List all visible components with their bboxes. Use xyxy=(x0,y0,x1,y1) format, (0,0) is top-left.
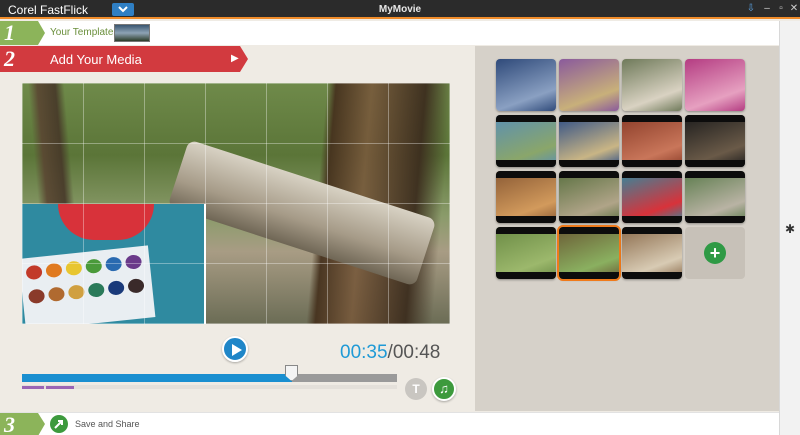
video-preview[interactable] xyxy=(22,83,450,324)
media-thumbnail-watercolor-paints[interactable] xyxy=(622,171,682,223)
template-label: Your Template: xyxy=(50,27,117,38)
total-time: 00:48 xyxy=(392,342,441,363)
media-library-panel: + xyxy=(475,46,779,411)
media-thumbnail-harbor[interactable] xyxy=(496,115,556,167)
clip-segment[interactable] xyxy=(46,386,74,389)
media-thumbnail-marathon-crowd-2[interactable] xyxy=(559,59,619,111)
media-thumbnail-street-dark[interactable] xyxy=(685,115,745,167)
step-3-footer: 3 Save and Share xyxy=(0,412,779,435)
chevron-right-icon: ▶ xyxy=(231,53,239,64)
add-media-button[interactable]: + xyxy=(685,227,745,279)
media-thumbnail-brick-building[interactable] xyxy=(622,115,682,167)
step-1-arrow xyxy=(38,21,45,45)
step-2-arrow xyxy=(240,46,248,72)
step-3-number: 3 xyxy=(0,413,38,435)
media-thumbnail-deck-boards[interactable] xyxy=(496,171,556,223)
title-bar: Corel FastFlick MyMovie ⇩ – ▫ ✕ xyxy=(0,0,800,19)
download-icon[interactable]: ⇩ xyxy=(745,2,757,16)
clip-timeline xyxy=(22,385,397,389)
template-thumbnail[interactable] xyxy=(114,24,150,42)
step-1-template-row: 1 Your Template: xyxy=(0,21,779,45)
time-display: 00:35/00:48 xyxy=(340,342,440,364)
clip-segment[interactable] xyxy=(22,386,44,389)
preview-grid-overlay xyxy=(22,83,450,324)
share-icon[interactable] xyxy=(50,415,68,433)
play-icon xyxy=(232,344,242,356)
media-thumbnail-runner[interactable] xyxy=(622,59,682,111)
save-and-share-button[interactable]: Save and Share xyxy=(75,419,140,429)
minimize-button[interactable]: – xyxy=(761,2,773,16)
play-button[interactable] xyxy=(222,336,248,362)
gear-icon[interactable]: ✱ xyxy=(785,222,795,236)
media-thumbnail-spectators-pink[interactable] xyxy=(685,59,745,111)
step-3-arrow xyxy=(38,413,45,435)
media-thumbnail-backyard[interactable] xyxy=(685,171,745,223)
media-thumbnail-kitchen[interactable] xyxy=(622,227,682,279)
step-2-number: 2 xyxy=(0,46,38,72)
music-button[interactable]: ♫ xyxy=(432,377,456,401)
plus-icon: + xyxy=(704,242,726,264)
close-button[interactable]: ✕ xyxy=(788,2,800,16)
step-2-header[interactable]: 2 Add Your Media ▶ xyxy=(0,46,248,72)
maximize-button[interactable]: ▫ xyxy=(775,2,787,16)
step-2-title: Add Your Media xyxy=(50,52,142,67)
step-1-number: 1 xyxy=(0,21,38,45)
media-thumbnail-garden[interactable] xyxy=(496,227,556,279)
title-button[interactable]: T xyxy=(405,378,427,400)
current-time: 00:35 xyxy=(340,342,388,363)
media-thumbnail-fallen-tree[interactable] xyxy=(559,171,619,223)
window-title: MyMovie xyxy=(378,4,422,15)
media-thumbnail-skyscraper[interactable] xyxy=(559,115,619,167)
media-thumbnail-vegetable-bed[interactable] xyxy=(557,225,621,281)
media-thumbnail-marathon-crowd-1[interactable] xyxy=(496,59,556,111)
seek-bar-progress xyxy=(22,374,292,382)
